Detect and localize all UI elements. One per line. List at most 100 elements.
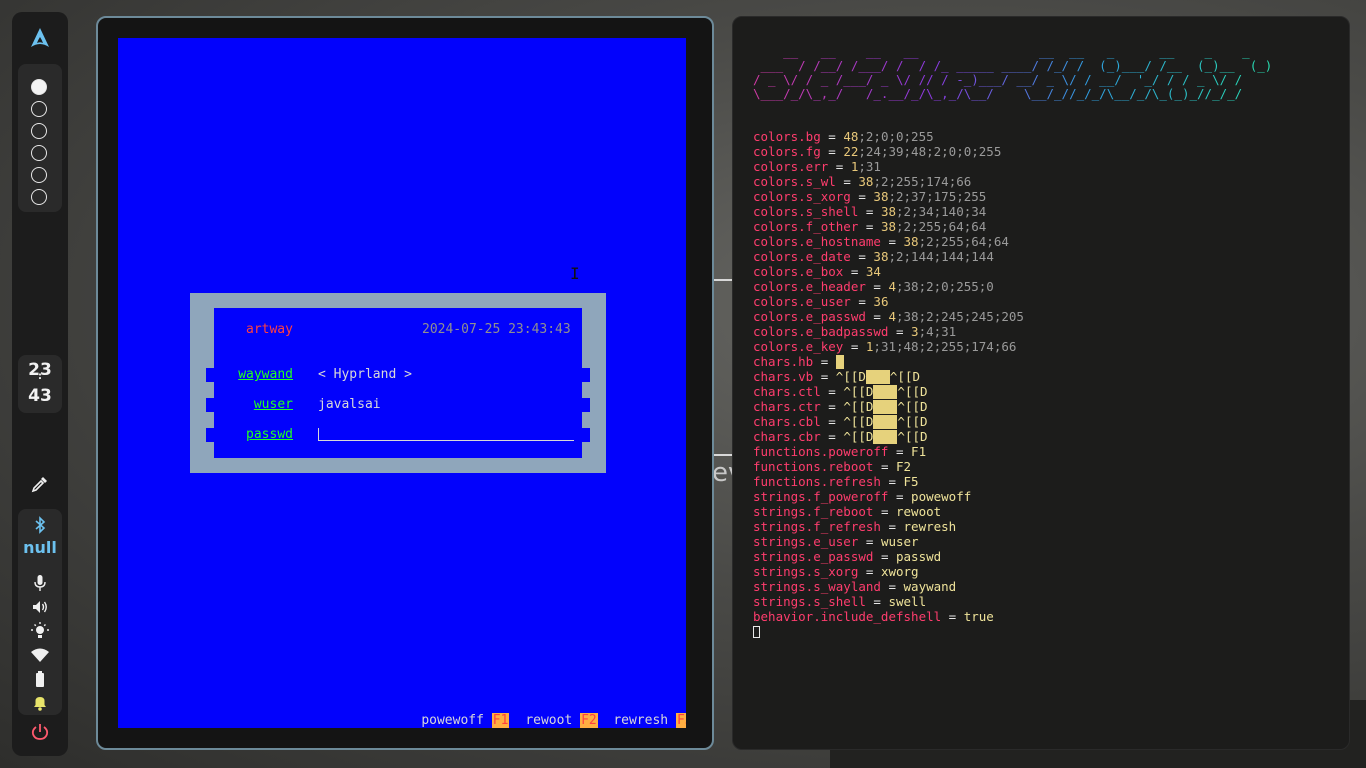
- config-value-rest: ;38;2;0;255;0: [896, 279, 994, 294]
- wifi-icon[interactable]: [30, 645, 50, 665]
- refresh-label: rewresh: [613, 713, 669, 728]
- config-value-code: 48: [843, 129, 859, 144]
- user-label: wuser: [253, 397, 293, 412]
- workspace-switcher: [18, 64, 62, 212]
- config-key: functions.reboot: [753, 459, 874, 474]
- config-value-rest: ;31;48;2;255;174;66: [873, 339, 1017, 354]
- config-value-rest: ;4;31: [918, 324, 957, 339]
- config-value-rest: ;2;0;0;255: [858, 129, 934, 144]
- config-value-code: 4: [888, 279, 896, 294]
- config-key: chars.ctl: [753, 384, 821, 399]
- network-status[interactable]: null: [18, 538, 62, 557]
- config-equals: =: [873, 549, 896, 564]
- config-value-rest: ;24;39;48;2;0;0;255: [858, 144, 1002, 159]
- config-line: strings.e_passwd = passwd: [753, 549, 1024, 564]
- bell-icon[interactable]: [30, 693, 50, 713]
- color-picker-icon[interactable]: [30, 474, 50, 494]
- refresh-button[interactable]: rewresh F5: [582, 697, 686, 728]
- config-equals: =: [850, 189, 874, 204]
- config-value: F1: [911, 444, 927, 459]
- config-key: colors.e_date: [753, 249, 851, 264]
- user-field[interactable]: javalsai: [318, 397, 381, 413]
- config-equals: =: [820, 429, 844, 444]
- reboot-label: rewoot: [525, 713, 573, 728]
- config-line: behavior.include_defshell = true: [753, 609, 1024, 624]
- config-equals: =: [873, 459, 896, 474]
- config-key: strings.f_reboot: [753, 504, 874, 519]
- power-icon[interactable]: [29, 721, 51, 743]
- config-value: F2: [896, 459, 912, 474]
- config-value-code: 38: [880, 204, 896, 219]
- config-line: colors.f_other = 38;2;255;64;64: [753, 219, 1024, 234]
- microphone-icon[interactable]: [30, 573, 50, 593]
- poweroff-button[interactable]: powewoff F1: [390, 697, 510, 728]
- config-key: colors.e_passwd: [753, 309, 866, 324]
- bluetooth-icon[interactable]: [30, 515, 50, 535]
- config-value-rest: ;2;255;64;64: [896, 219, 987, 234]
- terminal-cursor: [753, 626, 760, 638]
- config-equals: =: [843, 339, 866, 354]
- config-equals: =: [828, 159, 851, 174]
- config-equals: =: [888, 324, 912, 339]
- config-equals: =: [858, 534, 881, 549]
- workspace-3-button[interactable]: [31, 123, 47, 139]
- config-equals: =: [820, 129, 844, 144]
- config-line: colors.e_key = 1;31;48;2;255;174;66: [753, 339, 1024, 354]
- clock[interactable]: 23 : 43: [18, 355, 62, 413]
- config-value-block: [835, 355, 844, 369]
- workspace-5-button[interactable]: [31, 167, 47, 183]
- config-line: colors.s_shell = 38;2;34;140;34: [753, 204, 1024, 219]
- config-line: strings.f_poweroff = powewoff: [753, 489, 1024, 504]
- config-line: colors.e_date = 38;2;144;144;144: [753, 249, 1024, 264]
- config-value-code: 34: [865, 264, 881, 279]
- config-value-block: [873, 430, 898, 444]
- config-line: colors.e_badpasswd = 3;4;31: [753, 324, 1024, 339]
- brightness-icon[interactable]: [30, 621, 50, 641]
- config-key: colors.e_key: [753, 339, 844, 354]
- workspace-2-button[interactable]: [31, 101, 47, 117]
- clock-separator: :: [38, 371, 42, 382]
- config-line: chars.hb =: [753, 354, 1024, 369]
- arch-icon[interactable]: [28, 26, 52, 50]
- password-field[interactable]: [318, 440, 574, 441]
- config-value-block: [873, 400, 898, 414]
- config-line: strings.f_reboot = rewoot: [753, 504, 1024, 519]
- workspace-1-button[interactable]: [31, 79, 47, 95]
- config-key: strings.f_poweroff: [753, 489, 889, 504]
- config-value-escape: ^[[D: [897, 414, 928, 429]
- config-line: colors.e_hostname = 38;2;255;64;64: [753, 234, 1024, 249]
- battery-icon[interactable]: [30, 669, 50, 689]
- session-selector[interactable]: < Hyprland >: [318, 367, 412, 383]
- config-line: chars.cbl = ^[[D ^[[D: [753, 414, 1024, 429]
- login-screen: artway 2024-07-25 23:43:43 waywand < Hyp…: [118, 38, 686, 728]
- config-key: colors.fg: [753, 144, 821, 159]
- terminal-window[interactable]: __ __ __ __ __ __ _ __ _ _ ___ / /__/ /_…: [732, 16, 1350, 750]
- config-value-block: [873, 415, 898, 429]
- config-key: colors.e_user: [753, 294, 851, 309]
- config-value-escape: ^[[D: [897, 384, 928, 399]
- workspace-4-button[interactable]: [31, 145, 47, 161]
- config-equals: =: [865, 594, 889, 609]
- session-label: waywand: [238, 367, 293, 382]
- config-equals: =: [820, 144, 844, 159]
- config-value-rest: ;38;2;245;245;205: [896, 309, 1024, 324]
- workspace-6-button[interactable]: [31, 189, 47, 205]
- config-value-escape: ^[[D: [843, 384, 874, 399]
- prompt-line: [753, 624, 1024, 639]
- config-equals: =: [880, 234, 904, 249]
- config-equals: =: [888, 489, 912, 504]
- config-line: colors.e_user = 36: [753, 294, 1024, 309]
- config-line: strings.s_wayland = waywand: [753, 579, 1024, 594]
- config-value-escape: ^[[D: [843, 399, 874, 414]
- config-line: chars.vb = ^[[D ^[[D: [753, 369, 1024, 384]
- config-line: colors.s_xorg = 38;2;37;175;255: [753, 189, 1024, 204]
- config-equals: =: [873, 504, 896, 519]
- volume-icon[interactable]: [30, 597, 50, 617]
- wallpaper-stroke: [712, 279, 734, 281]
- config-key: colors.bg: [753, 129, 821, 144]
- config-equals: =: [880, 519, 904, 534]
- config-value-escape: ^[[D: [835, 369, 866, 384]
- config-value-rest: ;2;255;64;64: [918, 234, 1009, 249]
- config-key: strings.f_refresh: [753, 519, 881, 534]
- config-key: strings.s_shell: [753, 594, 866, 609]
